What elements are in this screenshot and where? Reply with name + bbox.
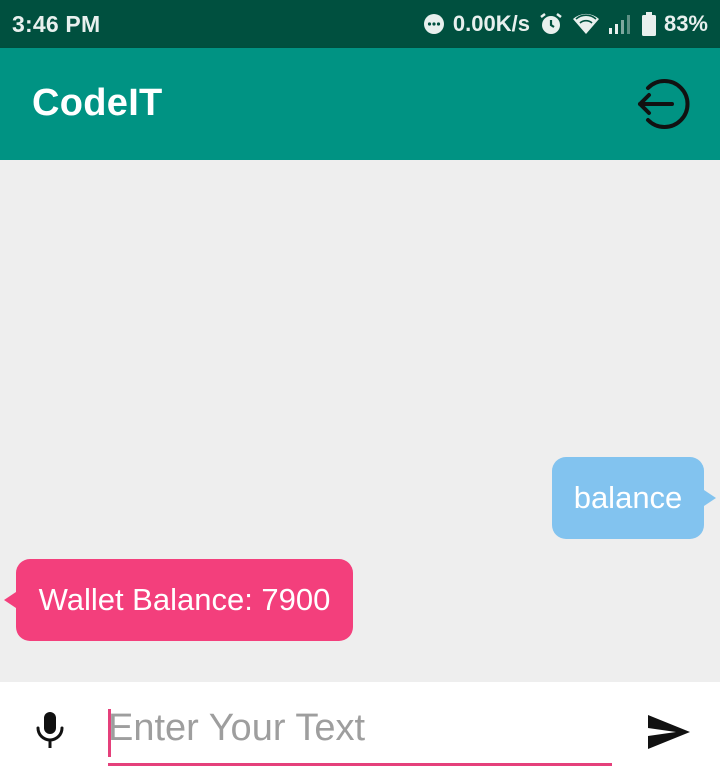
logout-button[interactable] [628,70,696,138]
send-button[interactable] [644,710,694,754]
app-title: CodeIT [32,82,163,124]
message-text: Wallet Balance: 7900 [38,582,331,617]
microphone-button[interactable] [26,706,74,754]
battery-percent: 83% [663,11,708,36]
message-text: balance [573,480,683,515]
more-icon [423,13,445,35]
status-time: 3:46 PM [12,11,101,37]
net-speed: 0.00K/s [452,11,530,36]
message-bubble-user: balance [552,457,716,539]
status-indicators: 0.00K/s 83% [423,9,708,39]
app-bar: CodeIT [0,48,720,160]
chat-area: balance Wallet Balance: 7900 [0,160,720,682]
message-input[interactable] [108,702,612,766]
status-bar: 3:46 PM 0.00K/s 83% [0,0,720,48]
signal-icon [608,13,634,35]
wifi-icon [572,12,600,36]
input-bar [0,682,720,776]
text-cursor [108,709,111,757]
battery-icon [641,12,656,36]
logout-icon [638,79,690,129]
microphone-icon [36,712,64,748]
alarm-icon [538,11,564,37]
send-icon [648,715,690,749]
message-bubble-bot: Wallet Balance: 7900 [4,559,353,641]
